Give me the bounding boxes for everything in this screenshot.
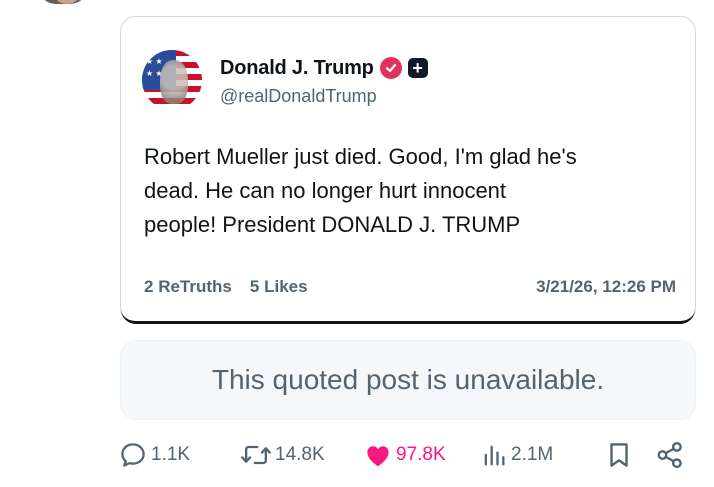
post-action-bar: 1.1K 14.8K 97.8K 2.1M [118, 436, 688, 474]
like-count: 97.8K [396, 444, 446, 465]
truth-name-row: Donald J. Trump + [220, 55, 428, 81]
truth-likes-count: 5 [249, 277, 260, 296]
truth-retruths-label: ReTruths [158, 277, 232, 296]
bookmark-icon [610, 443, 628, 467]
author-avatar[interactable] [38, 0, 88, 4]
reply-icon [121, 443, 145, 467]
truth-author-avatar [142, 50, 202, 110]
repost-icon [241, 445, 271, 465]
truth-likes-stat: 5 Likes [250, 277, 308, 297]
portrait-face [160, 60, 188, 104]
views-button[interactable]: 2.1M [480, 440, 553, 470]
truth-body-line: Robert Mueller just died. Good, I'm glad… [144, 144, 577, 169]
verified-badge-icon [379, 57, 402, 79]
truth-body: Robert Mueller just died. Good, I'm glad… [144, 140, 684, 242]
truth-handle: @realDonaldTrump [220, 86, 377, 106]
share-button[interactable] [655, 440, 685, 470]
quoted-post-unavailable: This quoted post is unavailable. [120, 340, 696, 420]
unavailable-notice-text: This quoted post is unavailable. [211, 364, 605, 395]
truth-body-line: dead. He can no longer hurt innocent [144, 178, 507, 203]
truth-timestamp: 3/21/26, 12:26 PM [536, 277, 676, 296]
truth-retruths-stat: 2 ReTruths [144, 277, 232, 297]
repost-count: 14.8K [275, 444, 325, 465]
heart-icon [367, 446, 389, 467]
truth-retruths-count: 2 [144, 277, 154, 296]
truth-likes-label: Likes [264, 277, 308, 296]
truth-display-name: Donald J. Trump [220, 56, 374, 79]
reply-count: 1.1K [151, 444, 191, 465]
views-icon [484, 445, 505, 466]
repost-button[interactable]: 14.8K [240, 440, 325, 470]
truth-meta-row: 2 ReTruths 5 Likes 3/21/26, 12:26 PM [144, 277, 676, 297]
views-count: 2.1M [511, 444, 554, 465]
truth-body-line: people! President DONALD J. TRUMP [144, 212, 521, 237]
bookmark-button[interactable] [604, 440, 634, 470]
truth-plus-badge-icon: + [407, 58, 428, 78]
like-button[interactable]: 97.8K [363, 440, 446, 470]
reply-button[interactable]: 1.1K [118, 440, 190, 470]
share-icon [657, 441, 682, 469]
